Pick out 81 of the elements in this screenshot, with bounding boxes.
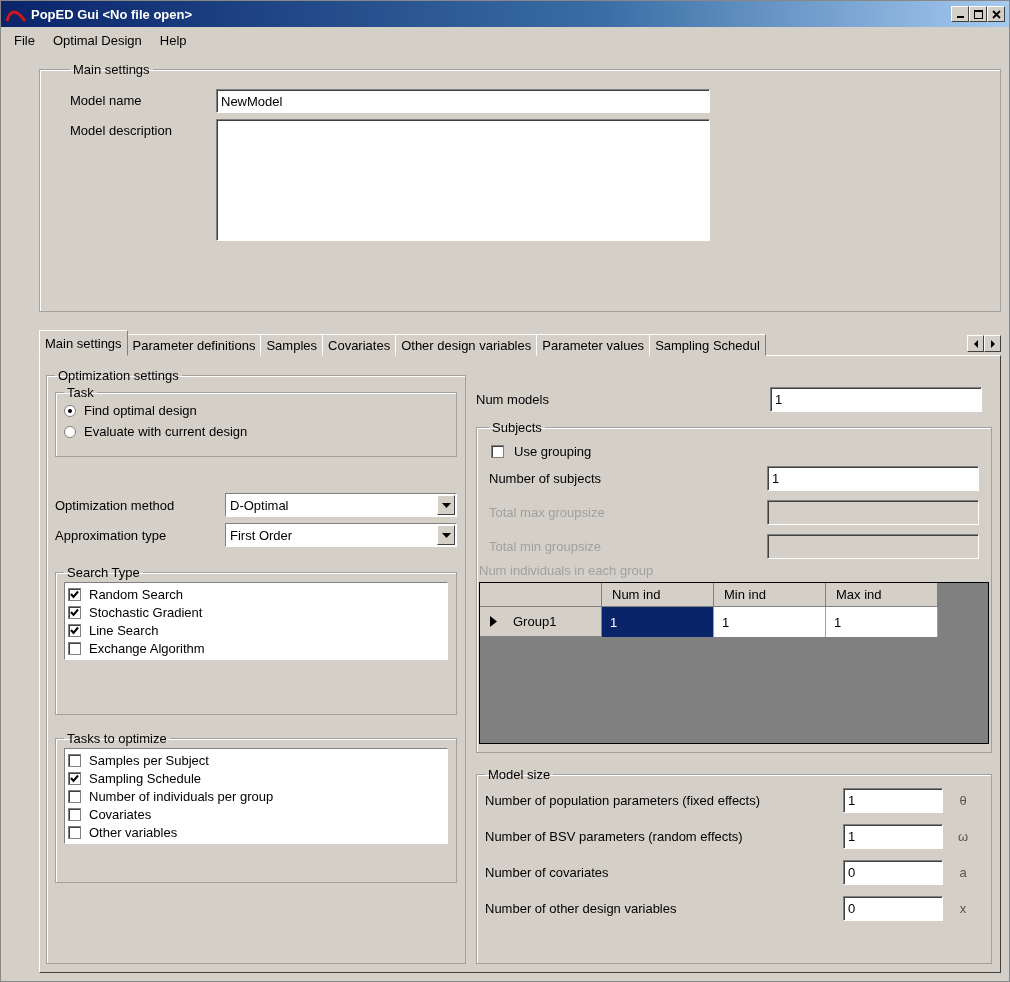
caret-icon	[441, 532, 451, 538]
checkbox-label: Covariates	[89, 806, 152, 822]
radio-button[interactable]	[64, 425, 76, 438]
checkbox[interactable]	[68, 587, 81, 601]
tab[interactable]: Parameter values	[536, 334, 651, 356]
menu-item[interactable]: Optimal Design	[43, 31, 151, 50]
group-title: Subjects	[491, 420, 543, 435]
checkbox[interactable]	[68, 789, 81, 803]
group-title: Task	[66, 385, 95, 400]
dropdown-button[interactable]	[437, 525, 455, 545]
tab[interactable]: Samples	[260, 334, 323, 356]
scroll-right-button[interactable]	[984, 335, 1001, 352]
minimize-button[interactable]	[951, 6, 969, 22]
group-title: Optimization settings	[57, 368, 180, 383]
checkbox[interactable]	[68, 825, 81, 839]
number-field[interactable]: 1	[843, 823, 943, 849]
close-icon	[991, 9, 1001, 19]
maximize-icon	[973, 9, 983, 19]
radio-button[interactable]	[64, 404, 76, 417]
symbol-label: x	[958, 900, 968, 916]
menu-item[interactable]: Help	[150, 31, 196, 50]
group-title: Tasks to optimize	[66, 731, 168, 746]
group-title: Search Type	[66, 565, 141, 580]
field-label: Optimization method	[55, 497, 175, 513]
field-label: Number of population parameters (fixed effects)	[485, 792, 762, 808]
checkbox[interactable]	[68, 807, 81, 821]
field-label: Number of other design variables	[485, 900, 678, 916]
field-label: Model name	[70, 92, 143, 108]
tab[interactable]: Parameter definitions	[126, 334, 262, 356]
checkbox-label: Exchange Algorithm	[89, 640, 205, 656]
number-field[interactable]: 0	[843, 859, 943, 885]
checkbox[interactable]	[491, 444, 504, 458]
group-title: Main settings	[72, 62, 151, 77]
left-arrow-icon	[972, 339, 979, 348]
num-models-field[interactable]: 1	[770, 386, 982, 412]
scroll-left-button[interactable]	[967, 335, 984, 352]
field-label: Approximation type	[55, 527, 167, 543]
method-dropdown[interactable]: D-Optimal	[225, 493, 457, 517]
checkbox[interactable]	[68, 771, 81, 785]
dropdown-button[interactable]	[437, 495, 455, 515]
number-field[interactable]: 1	[767, 465, 979, 491]
radio-label: Find optimal design	[84, 403, 197, 418]
symbol-label: ω	[956, 828, 970, 844]
field-label: Num models	[476, 391, 549, 407]
checkbox[interactable]	[68, 641, 81, 655]
window-title: PopED Gui <No file open>	[31, 6, 193, 22]
checkbox[interactable]	[68, 623, 81, 637]
minimize-icon	[956, 16, 964, 18]
number-field[interactable]: 1	[843, 787, 943, 813]
maximize-button[interactable]	[969, 6, 987, 22]
checkbox-label: Samples per Subject	[89, 752, 209, 768]
field-label: Number of BSV parameters (random effects)	[485, 828, 744, 844]
tab[interactable]: Covariates	[322, 334, 397, 356]
group-title: Model size	[487, 767, 552, 782]
checkbox-label: Line Search	[89, 622, 159, 638]
checkbox[interactable]	[68, 605, 81, 619]
field-label: Model description	[70, 122, 173, 138]
symbol-label: a	[958, 864, 968, 880]
checkbox-label: Random Search	[89, 586, 183, 602]
checkbox-label: Stochastic Gradient	[89, 604, 203, 620]
close-button[interactable]	[987, 6, 1005, 22]
checkbox-label: Number of individuals per group	[89, 788, 274, 804]
radio-label: Evaluate with current design	[84, 424, 248, 439]
checkbox-label: Use grouping	[514, 443, 592, 459]
field-label: Number of subjects	[489, 470, 601, 486]
checkbox[interactable]	[68, 753, 81, 767]
tab[interactable]: Main settings	[39, 330, 128, 356]
right-arrow-icon	[989, 339, 996, 348]
model-description-field[interactable]	[216, 119, 710, 241]
tab[interactable]: Sampling Schedul	[649, 334, 766, 356]
field-label: Number of covariates	[485, 864, 610, 880]
checkbox-label: Sampling Schedule	[89, 770, 202, 786]
checkbox-label: Other variables	[89, 824, 178, 840]
caret-icon	[441, 502, 451, 508]
row-label: Group1	[513, 614, 557, 629]
tab[interactable]: Other design variables	[395, 334, 538, 356]
model-name-field[interactable]: NewModel	[216, 89, 710, 113]
menu-item[interactable]: File	[5, 31, 44, 50]
approximation-dropdown[interactable]: First Order	[225, 523, 457, 547]
number-field[interactable]: 0	[843, 895, 943, 921]
symbol-label: θ	[958, 792, 968, 808]
